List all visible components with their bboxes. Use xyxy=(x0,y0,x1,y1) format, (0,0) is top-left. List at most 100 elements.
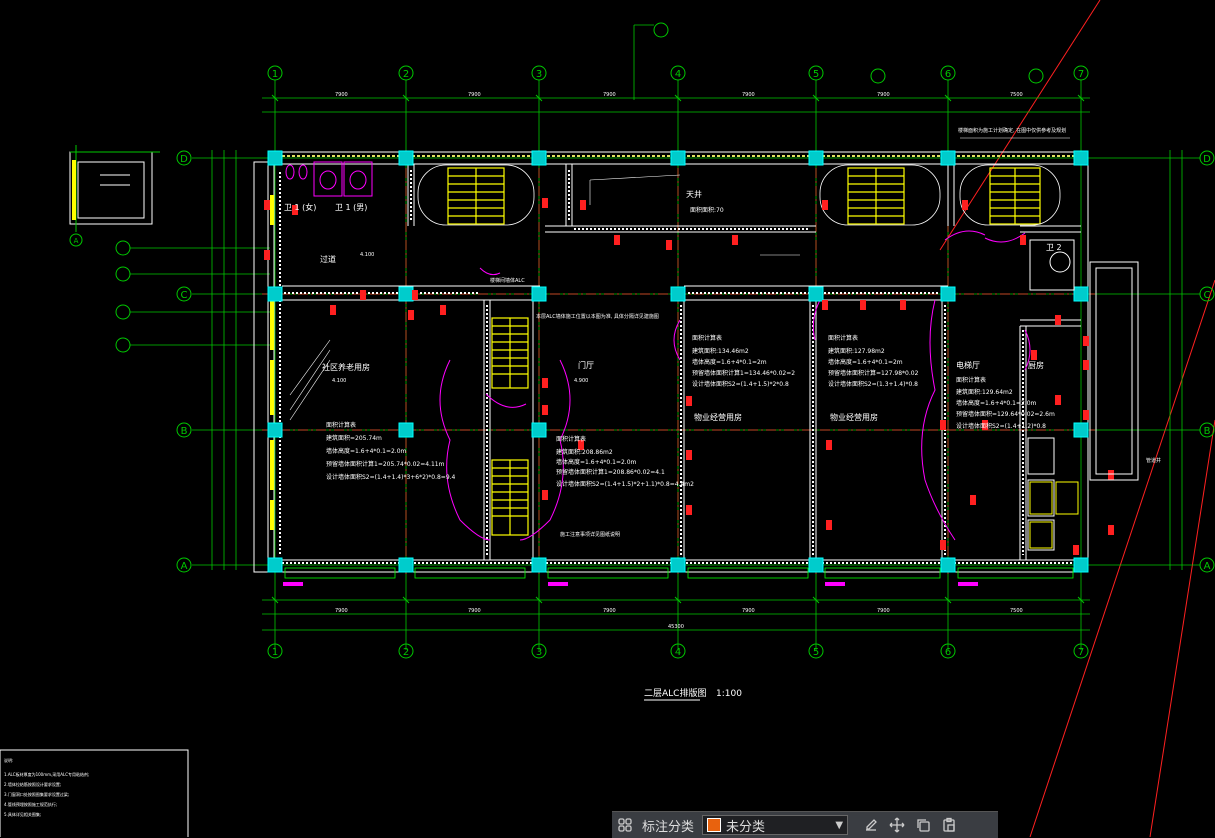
room-wc-right: 卫 2 xyxy=(1046,243,1062,252)
room-atrium-area: 面积面积:70 xyxy=(690,206,724,214)
calc-hall-2: 墙体高度=1.6+4*0.1=2.0m xyxy=(556,458,637,466)
axis-2-bottom: 2 xyxy=(403,647,409,658)
calc-property1-2: 墙体高度=1.6+4*0.1=2m xyxy=(692,358,767,366)
stair-3 xyxy=(989,167,1041,225)
move-icon[interactable] xyxy=(884,813,910,837)
stair-2 xyxy=(847,167,905,225)
calc-hall-1: 建筑面积:208.86m2 xyxy=(556,448,613,456)
category-color-swatch xyxy=(707,818,722,832)
dimension-texts: 7900 7900 7900 7900 7900 7500 7900 7900 … xyxy=(335,92,1023,630)
elevation-2: 4.100 xyxy=(332,378,346,384)
axis-5-bottom: 5 xyxy=(813,647,819,658)
dim-top-3: 7900 xyxy=(603,92,616,98)
detail-window xyxy=(72,160,76,220)
calc-electric-1: 建筑面积:129.64m2 xyxy=(956,388,1013,396)
dim-top-6: 7500 xyxy=(1010,92,1023,98)
detail-section xyxy=(69,151,153,225)
axis-C: C xyxy=(181,290,188,301)
calc-property2-1: 建筑面积:127.98m2 xyxy=(828,347,885,355)
note-top-right: 楼梯面积为施工计划确定, 在图中仅供参考及规划 xyxy=(958,127,1066,134)
axis-grid xyxy=(130,24,1200,650)
calc-property2-0: 面积计算表 xyxy=(828,334,858,342)
axis-2: 2 xyxy=(403,69,409,80)
dim-top-4: 7900 xyxy=(742,92,755,98)
grid-icon[interactable] xyxy=(612,813,638,837)
calc-hall-3: 预留墙体面积计算1=208.86*0.02=4.1 xyxy=(556,468,665,476)
annotation-toolbar: 标注分类 未分类 ▼ xyxy=(612,811,998,838)
axis-7-bottom: 7 xyxy=(1078,647,1084,658)
wc-fixtures xyxy=(285,164,367,190)
annotation-category-select[interactable]: 未分类 ▼ xyxy=(702,815,849,835)
axis-A: A xyxy=(181,561,188,572)
room-community: 社区养老用房 xyxy=(322,362,370,372)
legend-line-3: 3.门窗洞口处按照图集要求设置过梁; xyxy=(4,791,69,797)
calc-property1-4: 设计墙体面积S2=(1.4+1.5)*2*0.8 xyxy=(692,380,789,388)
axis-5: 5 xyxy=(813,69,819,80)
note-stair: 楼梯间墙体ALC xyxy=(490,277,525,284)
paste-icon[interactable] xyxy=(936,813,962,837)
axis-D: D xyxy=(180,154,188,165)
note-bottom: 施工注意事项详见图纸说明 xyxy=(560,531,620,538)
calc-electric-4: 设计墙体面积S2=(1.4+1.2)*0.8 xyxy=(956,422,1046,430)
copy-icon[interactable] xyxy=(910,813,936,837)
stair-landings xyxy=(417,164,1061,226)
calc-community-4: 设计墙体面积S2=(1.4+1.4)*3+6*2)*0.8=9.4 xyxy=(326,473,456,481)
cad-drawing-canvas[interactable]: 7900 7900 7900 7900 7900 7500 7900 7900 … xyxy=(0,0,1215,837)
chevron-down-icon: ▼ xyxy=(835,819,844,831)
axis-3: 3 xyxy=(536,69,542,80)
drawing-title: 二层ALC排版图 xyxy=(644,687,706,699)
room-electric: 电梯厅 xyxy=(956,360,980,370)
stair-4 xyxy=(491,317,529,389)
axis-3-bottom: 3 xyxy=(536,647,542,658)
axis-7: 7 xyxy=(1078,69,1084,80)
calc-property1-0: 面积计算表 xyxy=(692,334,722,342)
room-atrium: 天井 xyxy=(686,189,702,199)
calc-community-2: 墙体高度=1.6+4*0.1=2.0m xyxy=(326,447,407,455)
axis-1-bottom: 1 xyxy=(272,647,278,658)
calc-electric-2: 墙体高度=1.6+4*0.1=2.0m xyxy=(956,399,1037,407)
red-tags xyxy=(264,198,1114,555)
room-corridor: 过道 xyxy=(320,254,336,264)
calc-community-0: 面积计算表 xyxy=(326,421,356,429)
room-wc-male: 卫 1 (男) xyxy=(335,203,367,212)
annotation-category-label: 标注分类 xyxy=(642,819,695,835)
dim-bot-3: 7900 xyxy=(603,608,616,614)
axis-B-right: B xyxy=(1204,426,1211,437)
legend-line-1: 1.ALC板材厚度为100mm,采用ALC专用粘结剂; xyxy=(4,771,89,777)
calc-community-3: 预留墙体面积计算1=205.74*0.02=4.11m xyxy=(326,460,445,468)
category-selected-value: 未分类 xyxy=(726,819,766,835)
calc-property2-4: 设计墙体面积S2=(1.3+1.4)*0.8 xyxy=(828,380,918,388)
calc-hall-4: 设计墙体面积S2=(1.4+1.5)*2+1.1)*0.8=4.4m2 xyxy=(556,480,694,488)
axis-C-right: C xyxy=(1204,290,1211,301)
dim-bot-5: 7900 xyxy=(877,608,890,614)
left-windows xyxy=(270,195,274,530)
note-hall: 本层ALC墙体施工位置以本图为准, 具体分隔详见建施图 xyxy=(536,313,659,320)
dim-total: 45300 xyxy=(668,624,684,630)
edit-icon[interactable] xyxy=(858,813,884,837)
axis-A-right: A xyxy=(1204,561,1211,572)
note-right-side: 管道井 xyxy=(1146,457,1161,464)
calc-hall-0: 面积计算表 xyxy=(556,435,586,443)
dim-bot-4: 7900 xyxy=(742,608,755,614)
axis-6-bottom: 6 xyxy=(945,647,951,658)
elevation-1: 4.100 xyxy=(360,252,374,258)
room-kitchen: 厨房 xyxy=(1028,360,1044,370)
stair-1 xyxy=(447,167,505,225)
dim-bot-2: 7900 xyxy=(468,608,481,614)
calc-property2-2: 墙体高度=1.6+4*0.1=2m xyxy=(828,358,903,366)
dim-top-1: 7900 xyxy=(335,92,348,98)
room-property-1: 物业经营用房 xyxy=(694,412,742,422)
axis-1: 1 xyxy=(272,69,278,80)
legend-line-0: 说明: xyxy=(4,757,13,763)
calc-electric-0: 面积计算表 xyxy=(956,376,986,384)
calc-property2-3: 预留墙体面积计算=127.98*0.02 xyxy=(828,369,919,377)
dim-top-5: 7900 xyxy=(877,92,890,98)
room-property-2: 物业经营用房 xyxy=(830,412,878,422)
room-door-hall: 门厅 xyxy=(578,360,594,370)
calc-property1-1: 建筑面积:134.46m2 xyxy=(692,347,749,355)
calc-property1-3: 预留墙体面积计算1=134.46*0.02=2 xyxy=(692,369,795,377)
detail-section-marks xyxy=(70,145,160,232)
axis-B: B xyxy=(181,426,188,437)
axis-D-right: D xyxy=(1203,154,1211,165)
legend-line-2: 2.墙体拉结筋按照设计要求设置; xyxy=(4,781,61,787)
